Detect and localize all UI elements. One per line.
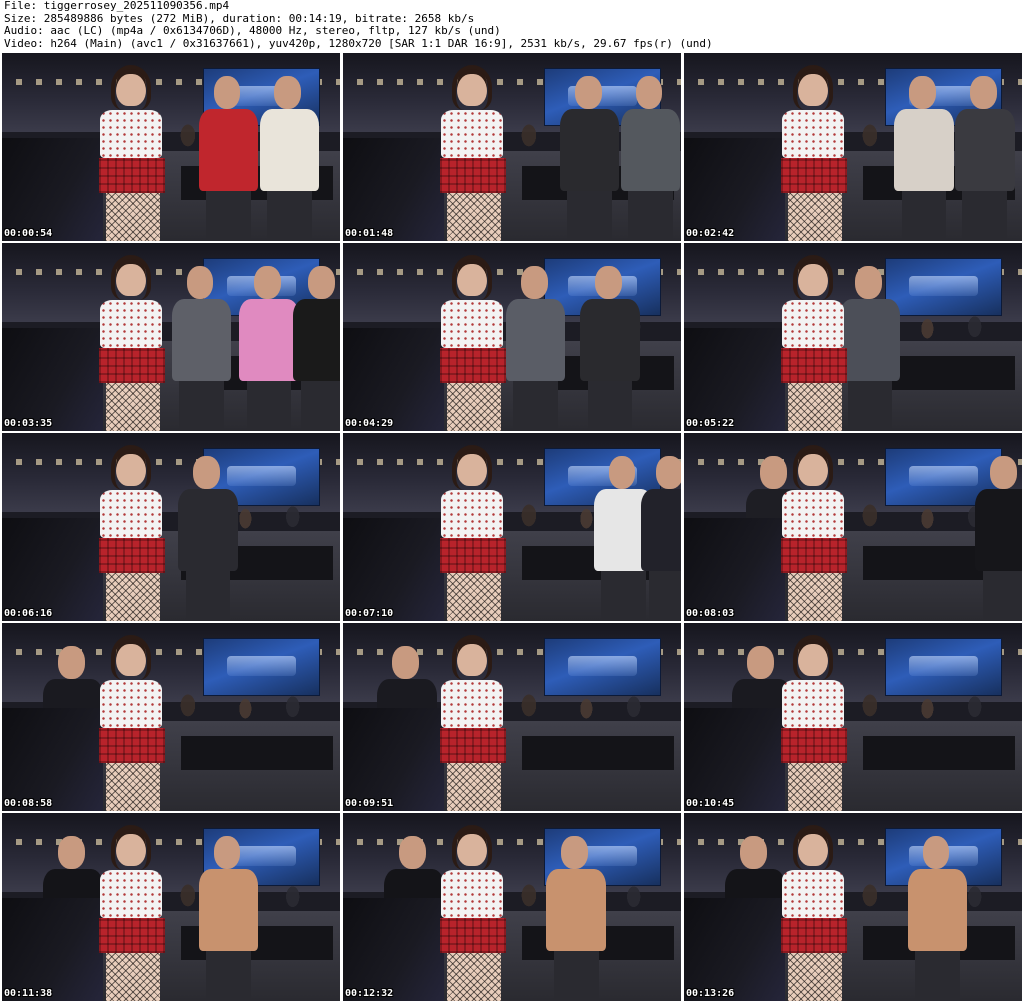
thumbnail-timestamp: 00:08:03 <box>686 608 735 619</box>
background-person <box>900 835 974 1001</box>
video-thumbnail: 00:13:26 <box>684 813 1022 1001</box>
video-thumbnail: 00:07:10 <box>343 433 681 621</box>
video-thumbnail: 00:12:32 <box>343 813 681 1001</box>
thumbnail-timestamp: 00:02:42 <box>686 228 735 239</box>
thumbnail-grid: 00:00:54 00:01:48 00:02:42 00:03:35 00:04:29… <box>2 53 1022 1001</box>
thumbnail-timestamp: 00:04:29 <box>345 418 394 429</box>
video-thumbnail: 00:03:35 <box>2 243 340 431</box>
file-size-line: Size: 285489886 bytes (272 MiB), duratio… <box>4 12 475 25</box>
thumbnail-timestamp: 00:06:16 <box>4 608 53 619</box>
file-name-line: File: tiggerrosey_202511090356.mp4 <box>4 0 230 12</box>
thumbnail-timestamp: 00:01:48 <box>345 228 394 239</box>
main-subject <box>90 444 178 621</box>
background-person <box>191 835 265 1001</box>
main-subject <box>772 64 860 241</box>
video-info-line: Video: h264 (Main) (avc1 / 0x31637661), … <box>4 37 713 50</box>
thumbnail-timestamp: 00:11:38 <box>4 988 53 999</box>
video-thumbnail: 00:05:22 <box>684 243 1022 431</box>
main-subject <box>431 824 519 1001</box>
background-person <box>252 75 326 241</box>
thumbnail-image <box>2 243 340 431</box>
thumbnail-timestamp: 00:05:22 <box>686 418 735 429</box>
video-thumbnail: 00:08:58 <box>2 623 340 811</box>
main-subject <box>431 64 519 241</box>
main-subject <box>431 444 519 621</box>
thumbnail-image <box>343 53 681 241</box>
thumbnail-image <box>684 433 1022 621</box>
main-subject <box>772 824 860 1001</box>
thumbnail-image <box>343 243 681 431</box>
background-person <box>539 835 613 1001</box>
main-subject <box>90 254 178 431</box>
thumbnail-image <box>684 813 1022 1001</box>
thumbnail-image <box>684 623 1022 811</box>
media-info-header: File: tiggerrosey_202511090356.mp4 Size:… <box>4 0 1020 52</box>
background-person <box>948 75 1022 241</box>
background-person <box>634 455 681 621</box>
main-subject <box>772 634 860 811</box>
thumbnail-timestamp: 00:10:45 <box>686 798 735 809</box>
main-subject <box>90 824 178 1001</box>
background-person <box>171 455 245 621</box>
thumbnail-image <box>2 623 340 811</box>
thumbnail-image <box>2 433 340 621</box>
thumbnail-image <box>343 813 681 1001</box>
main-subject <box>772 254 860 431</box>
video-thumbnail: 00:01:48 <box>343 53 681 241</box>
background-person <box>968 455 1022 621</box>
thumbnail-image <box>684 243 1022 431</box>
video-thumbnail: 00:10:45 <box>684 623 1022 811</box>
thumbnail-timestamp: 00:03:35 <box>4 418 53 429</box>
video-thumbnail: 00:09:51 <box>343 623 681 811</box>
thumbnail-image <box>2 813 340 1001</box>
thumbnail-timestamp: 00:00:54 <box>4 228 53 239</box>
video-thumbnail: 00:02:42 <box>684 53 1022 241</box>
thumbnail-timestamp: 00:08:58 <box>4 798 53 809</box>
thumbnail-timestamp: 00:09:51 <box>345 798 394 809</box>
background-person <box>286 265 340 431</box>
background-person <box>613 75 681 241</box>
thumbnail-image <box>343 623 681 811</box>
video-thumbnail: 00:00:54 <box>2 53 340 241</box>
audio-info-line: Audio: aac (LC) (mp4a / 0x6134706D), 480… <box>4 25 501 37</box>
video-thumbnail: 00:04:29 <box>343 243 681 431</box>
video-thumbnail: 00:08:03 <box>684 433 1022 621</box>
video-thumbnail: 00:11:38 <box>2 813 340 1001</box>
video-thumbnail: 00:06:16 <box>2 433 340 621</box>
main-subject <box>431 634 519 811</box>
background-person <box>573 265 647 431</box>
main-subject <box>90 64 178 241</box>
thumbnail-timestamp: 00:12:32 <box>345 988 394 999</box>
thumbnail-image <box>2 53 340 241</box>
thumbnail-timestamp: 00:07:10 <box>345 608 394 619</box>
thumbnail-image <box>684 53 1022 241</box>
thumbnail-image <box>343 433 681 621</box>
thumbnail-timestamp: 00:13:26 <box>686 988 735 999</box>
main-subject <box>772 444 860 621</box>
main-subject <box>90 634 178 811</box>
main-subject <box>431 254 519 431</box>
